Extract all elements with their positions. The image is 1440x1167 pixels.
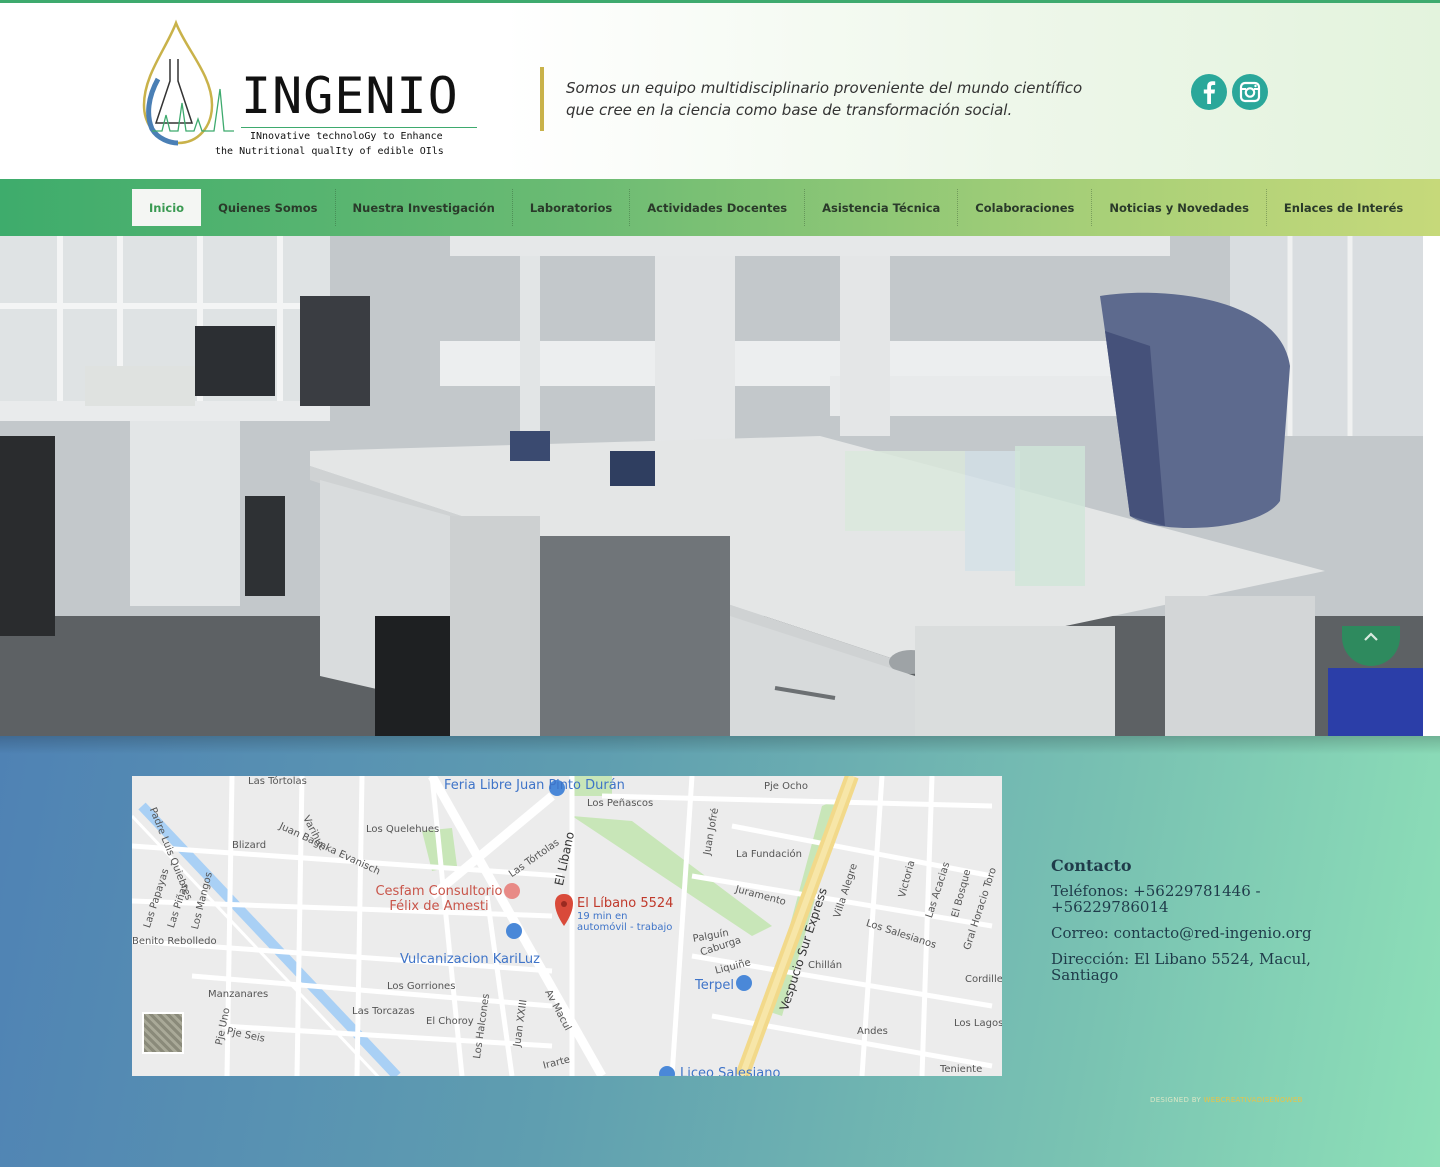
- map-pin-sub-line2: automóvil - trabajo: [577, 922, 673, 933]
- nav-list: Inicio Quienes Somos Nuestra Investigaci…: [132, 189, 1420, 226]
- map-poi-terpel[interactable]: Terpel: [695, 978, 734, 993]
- map-street-label: Benito Rebolledo: [132, 936, 217, 947]
- header-tagline: Somos un equipo multidisciplinario prove…: [566, 79, 1083, 119]
- nav-item-asistencia-tecnica[interactable]: Asistencia Técnica: [805, 189, 959, 226]
- main-navigation: Inicio Quienes Somos Nuestra Investigaci…: [0, 179, 1440, 236]
- laboratory-illustration: [0, 236, 1423, 736]
- map-poi-liceo[interactable]: Liceo Salesiano: [680, 1066, 780, 1076]
- map-street-label: La Fundación: [736, 849, 802, 860]
- map-poi-cesfam[interactable]: Cesfam Consultorio Félix de Amesti: [374, 884, 504, 914]
- nav-item-colaboraciones[interactable]: Colaboraciones: [958, 189, 1093, 226]
- logo-subtitle-line2: the Nutritional qualIty of edible OIls: [215, 146, 444, 157]
- map-poi-feria[interactable]: Feria Libre Juan Pinto Durán: [444, 778, 625, 793]
- map-street-label: Blizard: [232, 840, 267, 851]
- map-pin-sub-line1: 19 min en: [577, 911, 628, 922]
- contact-phones: Teléfonos: +56229781446 - +56229786014: [1051, 882, 1261, 916]
- google-map[interactable]: Las Tórtolas Los Quelehues Blizard Juan …: [132, 776, 1002, 1076]
- nav-item-inicio[interactable]: Inicio: [132, 189, 202, 226]
- footer-top-shadow: [0, 736, 1440, 754]
- nav-item-actividades-docentes[interactable]: Actividades Docentes: [630, 189, 806, 226]
- site-logo[interactable]: INGENIO INnovative technoloGy to Enhance…: [138, 19, 488, 169]
- nav-item-nuestra-investigacion[interactable]: Nuestra Investigación: [336, 189, 513, 226]
- nav-item-enlaces-interes[interactable]: Enlaces de Interés: [1267, 189, 1420, 226]
- map-street-label: Los Quelehues: [366, 824, 440, 835]
- map-poi-vulcanizacion[interactable]: Vulcanizacion KariLuz: [400, 952, 540, 967]
- tagline-accent-bar: [540, 67, 544, 131]
- logo-subtitle-line1: INnovative technoloGy to Enhance: [250, 131, 443, 142]
- map-pin-title[interactable]: El Líbano 5524: [577, 896, 673, 911]
- facebook-icon: [1203, 81, 1216, 104]
- map-street-label: Las Torcazas: [352, 1006, 415, 1017]
- contact-address: Dirección: El Libano 5524, Macul, Santia…: [1051, 950, 1311, 984]
- map-street-label: Chillán: [808, 960, 843, 971]
- designed-by-link[interactable]: WEBCREATIVADISEÑOWEB: [1204, 1096, 1303, 1104]
- map-street-label: Las Tórtolas: [248, 776, 307, 787]
- contact-email[interactable]: Correo: contacto@red-ingenio.org: [1051, 925, 1351, 941]
- nav-item-quienes-somos[interactable]: Quienes Somos: [201, 189, 336, 226]
- site-header: INGENIO INnovative technoloGy to Enhance…: [0, 3, 1440, 179]
- chevron-up-icon: [1364, 632, 1378, 641]
- map-satellite-toggle[interactable]: [142, 1012, 184, 1054]
- map-pin-travel-time: 19 min en automóvil - trabajo: [577, 911, 672, 933]
- map-street-label: Teniente: [940, 1064, 983, 1075]
- logo-title: INGENIO: [241, 67, 459, 125]
- map-street-label: Pje Ocho: [764, 781, 808, 792]
- map-street-label: Los Peñascos: [587, 798, 654, 809]
- contact-title: Contacto: [1051, 856, 1132, 875]
- nav-item-noticias-novedades[interactable]: Noticias y Novedades: [1092, 189, 1267, 226]
- designed-by-credit: DESIGNED BY WEBCREATIVADISEÑOWEB: [1150, 1096, 1303, 1104]
- map-street-label: Manzanares: [208, 989, 269, 1000]
- map-street-label: Los Gorriones: [387, 981, 456, 992]
- map-street-label: El Choroy: [426, 1016, 474, 1027]
- map-street-label: Andes: [857, 1026, 888, 1037]
- designed-by-prefix: DESIGNED BY: [1150, 1096, 1202, 1104]
- nav-item-laboratorios[interactable]: Laboratorios: [513, 189, 631, 226]
- map-street-label: Los Lagos: [954, 1018, 1002, 1029]
- instagram-icon: [1239, 81, 1261, 103]
- facebook-link[interactable]: [1191, 74, 1227, 110]
- map-street-label: Cordiller: [965, 974, 1002, 985]
- logo-divider: [241, 127, 477, 128]
- instagram-link[interactable]: [1232, 74, 1268, 110]
- oil-drop-flask-icon: [142, 19, 234, 146]
- contact-block: Contacto Teléfonos: +56229781446 - +5622…: [1051, 856, 1351, 993]
- hero-laboratory-image: [0, 236, 1423, 736]
- site-footer: Las Tórtolas Los Quelehues Blizard Juan …: [0, 736, 1440, 1167]
